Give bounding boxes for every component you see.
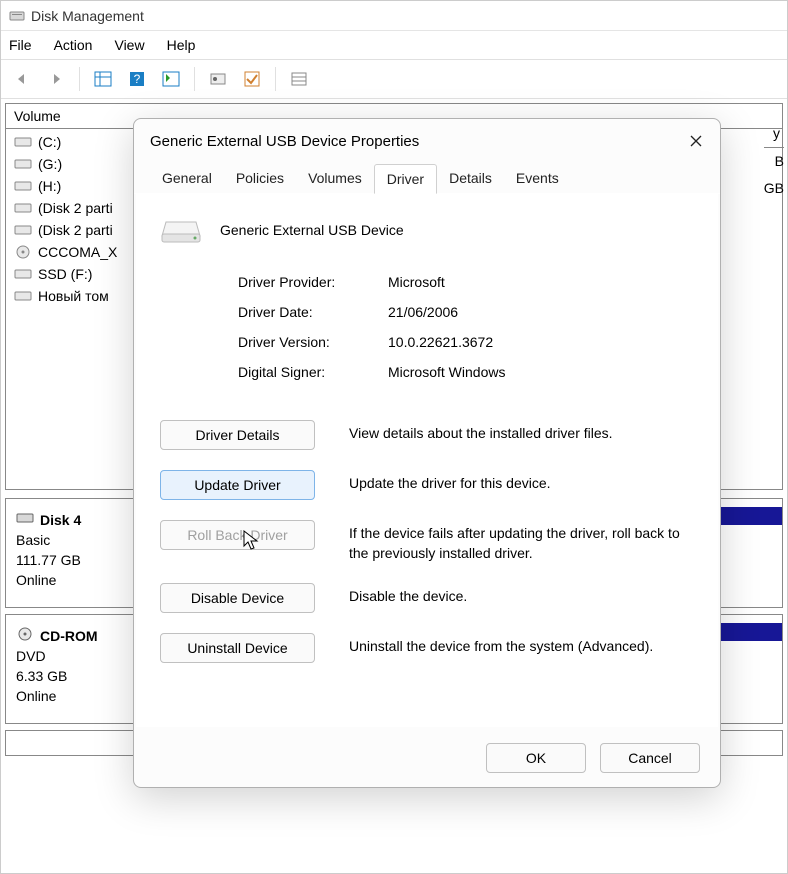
dialog-title: Generic External USB Device Properties — [150, 133, 419, 150]
window-title: Disk Management — [31, 8, 144, 24]
disk-title: Disk 4 — [40, 512, 81, 528]
driver-details-button[interactable]: Driver Details — [160, 420, 315, 450]
back-icon[interactable] — [11, 68, 33, 90]
tab-details[interactable]: Details — [437, 164, 504, 194]
forward-icon[interactable] — [45, 68, 67, 90]
volume-label: (C:) — [38, 134, 61, 150]
toolbar-divider — [79, 67, 80, 91]
volume-label: (Disk 2 parti — [38, 200, 113, 216]
external-drive-icon — [160, 214, 202, 246]
drive-icon — [14, 179, 32, 193]
tab-driver[interactable]: Driver — [374, 164, 437, 194]
capacity-column: y B GB — [764, 120, 784, 202]
cd-icon — [14, 245, 32, 259]
table-icon[interactable] — [92, 68, 114, 90]
dialog-title-bar: Generic External USB Device Properties — [134, 119, 720, 163]
capacity-header[interactable]: y — [764, 120, 784, 148]
close-button[interactable] — [682, 127, 710, 155]
update-driver-button[interactable]: Update Driver — [160, 470, 315, 500]
check-icon[interactable] — [241, 68, 263, 90]
drive-icon — [14, 201, 32, 215]
drive-icon — [14, 289, 32, 303]
driver-date-label: Driver Date: — [238, 304, 388, 320]
tab-events[interactable]: Events — [504, 164, 571, 194]
title-bar: Disk Management — [1, 1, 787, 31]
volume-label: SSD (F:) — [38, 266, 92, 282]
rollback-driver-desc: If the device fails after updating the d… — [349, 520, 694, 563]
device-name: Generic External USB Device — [220, 222, 404, 238]
ok-button[interactable]: OK — [486, 743, 586, 773]
svg-text:?: ? — [134, 72, 141, 86]
driver-version-label: Driver Version: — [238, 334, 388, 350]
disk-title: CD-ROM — [40, 628, 98, 644]
driver-provider-label: Driver Provider: — [238, 274, 388, 290]
disk-icon — [16, 511, 34, 528]
menu-bar: File Action View Help — [1, 31, 787, 59]
help-icon[interactable]: ? — [126, 68, 148, 90]
digital-signer-value: Microsoft Windows — [388, 364, 694, 380]
driver-date-value: 21/06/2006 — [388, 304, 694, 320]
tab-volumes[interactable]: Volumes — [296, 164, 374, 194]
driver-details-desc: View details about the installed driver … — [349, 420, 694, 444]
driver-version-value: 10.0.22621.3672 — [388, 334, 694, 350]
tab-general[interactable]: General — [150, 164, 224, 194]
menu-view[interactable]: View — [114, 37, 144, 53]
capacity-cell: B — [764, 148, 784, 175]
toolbar-divider — [275, 67, 276, 91]
digital-signer-label: Digital Signer: — [238, 364, 388, 380]
toolbar-divider — [194, 67, 195, 91]
volume-label: (H:) — [38, 178, 61, 194]
volume-label: (Disk 2 parti — [38, 222, 113, 238]
menu-action[interactable]: Action — [54, 37, 93, 53]
disable-device-button[interactable]: Disable Device — [160, 583, 315, 613]
drive-icon — [14, 135, 32, 149]
uninstall-device-desc: Uninstall the device from the system (Ad… — [349, 633, 694, 657]
volume-label: Новый том — [38, 288, 109, 304]
menu-file[interactable]: File — [9, 37, 32, 53]
driver-info: Driver Provider: Microsoft Driver Date: … — [238, 274, 694, 380]
cd-icon — [16, 627, 34, 644]
volume-label: (G:) — [38, 156, 62, 172]
volume-label: CCCOMA_X — [38, 244, 117, 260]
list-icon[interactable] — [288, 68, 310, 90]
cancel-button[interactable]: Cancel — [600, 743, 700, 773]
dialog-footer: OK Cancel — [134, 729, 720, 787]
refresh-icon[interactable] — [160, 68, 182, 90]
device-properties-dialog: Generic External USB Device Properties G… — [133, 118, 721, 788]
menu-help[interactable]: Help — [167, 37, 196, 53]
uninstall-device-button[interactable]: Uninstall Device — [160, 633, 315, 663]
update-driver-desc: Update the driver for this device. — [349, 470, 694, 494]
rollback-driver-button: Roll Back Driver — [160, 520, 315, 550]
properties-icon[interactable] — [207, 68, 229, 90]
tab-policies[interactable]: Policies — [224, 164, 296, 194]
dialog-tabs: General Policies Volumes Driver Details … — [134, 163, 720, 194]
drive-icon — [14, 267, 32, 281]
dialog-body: Generic External USB Device Driver Provi… — [136, 194, 718, 727]
drive-icon — [14, 223, 32, 237]
disable-device-desc: Disable the device. — [349, 583, 694, 607]
device-header: Generic External USB Device — [160, 214, 694, 246]
driver-provider-value: Microsoft — [388, 274, 694, 290]
drive-icon — [14, 157, 32, 171]
app-icon — [9, 8, 25, 24]
capacity-cell: GB — [764, 175, 784, 202]
toolbar: ? — [1, 59, 787, 99]
